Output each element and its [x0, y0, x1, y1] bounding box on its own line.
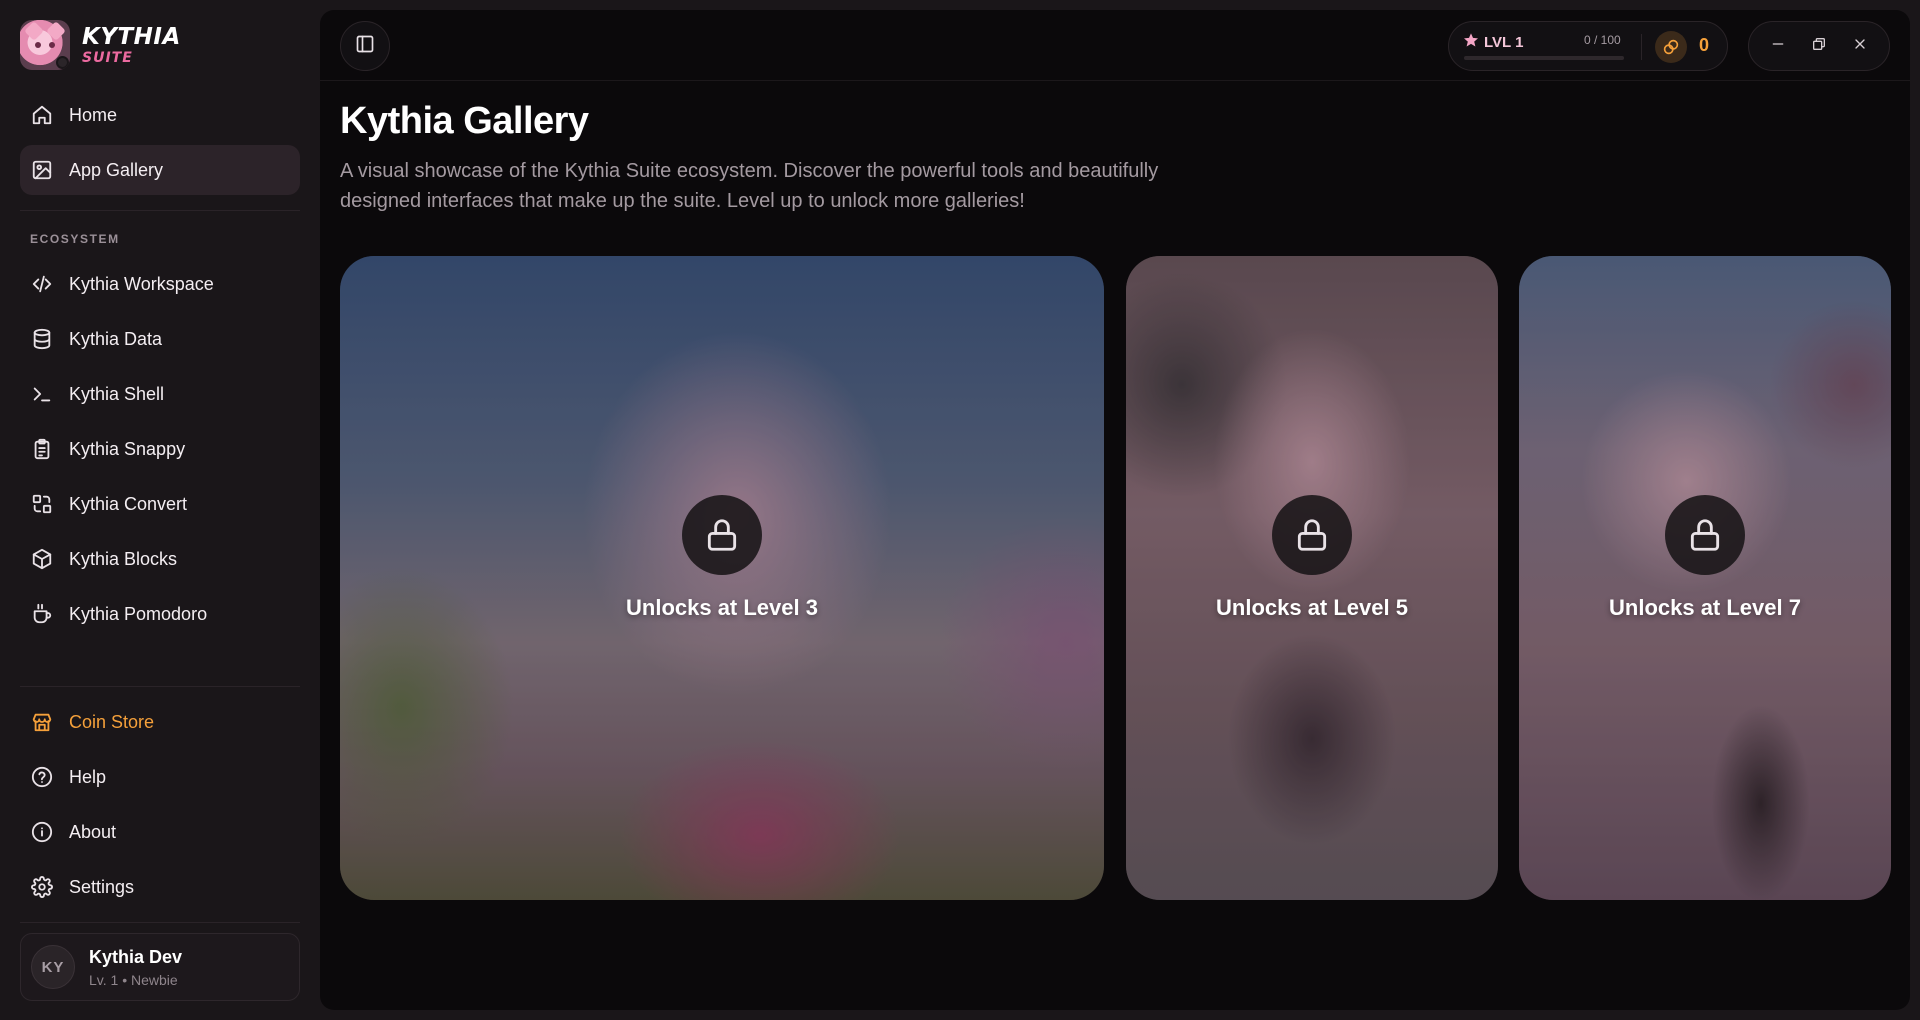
help-icon: [30, 765, 54, 789]
sidebar: KYTHIA SUITE Home App Gallery ECOSYSTEM …: [0, 0, 318, 1020]
gallery-card-locked[interactable]: Unlocks at Level 3: [340, 256, 1104, 900]
avatar: KY: [31, 945, 75, 989]
lock-icon: [1665, 495, 1745, 575]
sidebar-item-label: Kythia Snappy: [69, 438, 186, 459]
sidebar-item-label: Kythia Blocks: [69, 548, 178, 569]
brand-logo: [20, 20, 70, 70]
level-label: LVL 1: [1484, 34, 1524, 51]
divider: [20, 210, 300, 211]
image-icon: [30, 158, 54, 182]
store-icon: [30, 710, 54, 734]
brand-title: KYTHIA: [82, 23, 181, 50]
terminal-icon: [30, 382, 54, 406]
sidebar-toggle-button[interactable]: [340, 21, 390, 71]
info-icon: [30, 820, 54, 844]
lock-icon: [682, 495, 762, 575]
sidebar-item-label: Help: [69, 766, 107, 787]
coin-balance: 0: [1699, 35, 1710, 55]
xp-progress-bar: [1464, 56, 1624, 60]
main-panel: LVL 1 0 / 100 0 Kythia Gallery A visual …: [320, 10, 1910, 1010]
home-icon: [30, 103, 54, 127]
sidebar-item-label: Kythia Convert: [69, 493, 188, 514]
sidebar-item-label: Kythia Data: [69, 328, 163, 349]
sidebar-item-label: Home: [69, 104, 118, 125]
sidebar-panel-icon: [355, 34, 375, 59]
sidebar-item-label: Coin Store: [69, 711, 155, 732]
sidebar-item-home[interactable]: Home: [20, 90, 300, 140]
sidebar-item-label: About: [69, 821, 117, 842]
sidebar-item-label: Settings: [69, 876, 135, 897]
sidebar-item-label: Kythia Shell: [69, 383, 165, 404]
sidebar-item-label: Kythia Workspace: [69, 273, 214, 294]
page-description: A visual showcase of the Kythia Suite ec…: [340, 160, 1159, 212]
star-icon: [1463, 32, 1479, 53]
close-icon: [1852, 36, 1868, 57]
sidebar-item-about[interactable]: About: [20, 807, 300, 857]
topbar: LVL 1 0 / 100 0: [320, 10, 1910, 81]
level-status[interactable]: LVL 1 0 / 100 0: [1448, 21, 1728, 71]
divider: [20, 686, 300, 687]
sidebar-item-kythia-workspace[interactable]: Kythia Workspace: [20, 259, 300, 309]
gallery-card-locked[interactable]: Unlocks at Level 5: [1126, 256, 1498, 900]
database-icon: [30, 327, 54, 351]
sidebar-item-kythia-blocks[interactable]: Kythia Blocks: [20, 534, 300, 584]
code-icon: [30, 272, 54, 296]
close-button[interactable]: [1845, 31, 1875, 61]
unlock-requirement: Unlocks at Level 5: [1216, 595, 1408, 620]
gear-icon: [30, 875, 54, 899]
profile-name: Kythia Dev: [89, 946, 183, 967]
lock-icon: [1272, 495, 1352, 575]
window-controls: [1748, 21, 1890, 71]
minimize-icon: [1770, 36, 1786, 57]
sidebar-item-label: App Gallery: [69, 159, 164, 180]
coin-icon: [1655, 31, 1687, 63]
restore-button[interactable]: [1804, 31, 1834, 61]
unlock-requirement: Unlocks at Level 7: [1609, 595, 1801, 620]
sidebar-item-kythia-data[interactable]: Kythia Data: [20, 314, 300, 364]
cube-icon: [30, 547, 54, 571]
brand[interactable]: KYTHIA SUITE: [20, 20, 181, 70]
unlock-requirement: Unlocks at Level 3: [626, 595, 818, 620]
sidebar-item-settings[interactable]: Settings: [20, 862, 300, 912]
coffee-icon: [30, 602, 54, 626]
clipboard-icon: [30, 437, 54, 461]
minimize-button[interactable]: [1763, 31, 1793, 61]
sidebar-item-kythia-convert[interactable]: Kythia Convert: [20, 479, 300, 529]
profile-subtitle: Lv. 1 • Newbie: [89, 971, 178, 988]
section-label: ECOSYSTEM: [30, 232, 120, 246]
sidebar-item-label: Kythia Pomodoro: [69, 603, 208, 624]
sidebar-item-coin-store[interactable]: Coin Store: [20, 697, 300, 747]
divider: [20, 922, 300, 923]
gallery-card-locked[interactable]: Unlocks at Level 7: [1519, 256, 1891, 900]
sidebar-item-kythia-pomodoro[interactable]: Kythia Pomodoro: [20, 589, 300, 639]
convert-icon: [30, 492, 54, 516]
sidebar-item-kythia-shell[interactable]: Kythia Shell: [20, 369, 300, 419]
sidebar-item-app-gallery[interactable]: App Gallery: [20, 145, 300, 195]
brand-subtitle: SUITE: [82, 49, 133, 66]
user-profile[interactable]: KY Kythia Dev Lv. 1 • Newbie: [20, 933, 300, 1001]
sidebar-item-help[interactable]: Help: [20, 752, 300, 802]
page-title: Kythia Gallery: [340, 100, 589, 142]
sidebar-item-kythia-snappy[interactable]: Kythia Snappy: [20, 424, 300, 474]
restore-icon: [1811, 36, 1827, 57]
xp-text: 0 / 100: [1584, 33, 1621, 47]
